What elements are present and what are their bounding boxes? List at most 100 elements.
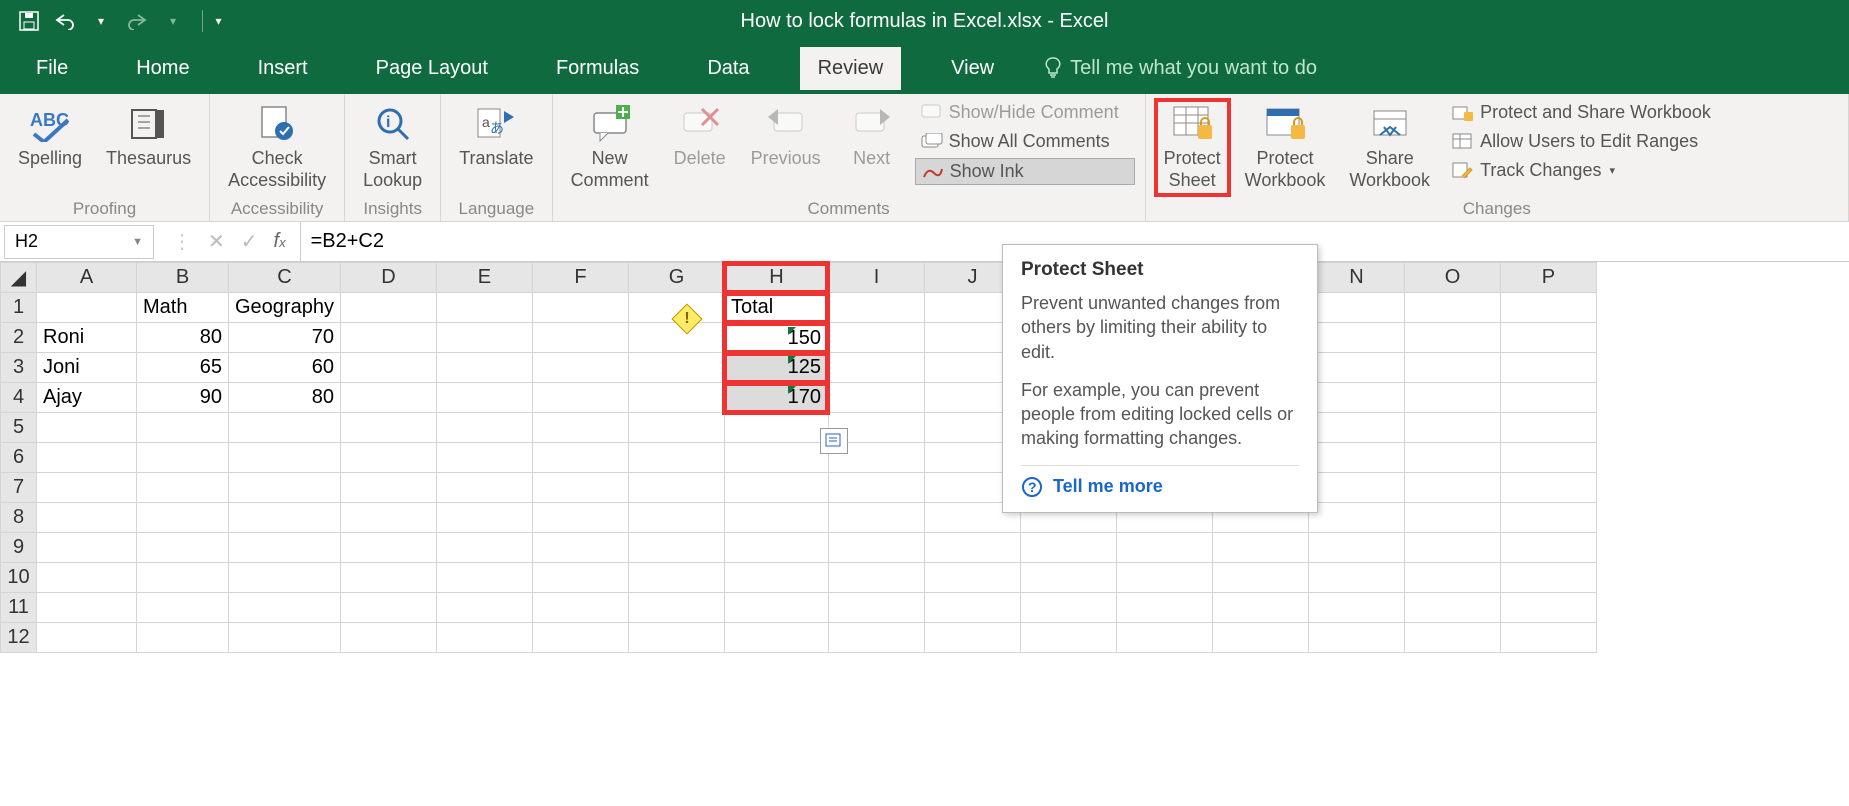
cell-F8[interactable] bbox=[532, 503, 628, 533]
allow-edit-ranges-button[interactable]: Allow Users to Edit Ranges bbox=[1446, 129, 1717, 154]
cell-G5[interactable] bbox=[628, 413, 724, 443]
row-header-6[interactable]: 6 bbox=[1, 443, 37, 473]
tell-me-search[interactable]: Tell me what you want to do bbox=[1044, 57, 1317, 80]
cell-G9[interactable] bbox=[628, 533, 724, 563]
cell-C12[interactable] bbox=[229, 623, 341, 653]
cell-L9[interactable] bbox=[1116, 533, 1212, 563]
cell-F1[interactable] bbox=[532, 293, 628, 323]
cell-C7[interactable] bbox=[229, 473, 341, 503]
col-header-D[interactable]: D bbox=[340, 263, 436, 293]
cell-H6[interactable] bbox=[724, 443, 828, 473]
cell-J9[interactable] bbox=[924, 533, 1020, 563]
cell-P11[interactable] bbox=[1500, 593, 1596, 623]
cell-D4[interactable] bbox=[340, 383, 436, 413]
col-header-G[interactable]: G bbox=[628, 263, 724, 293]
cell-G12[interactable] bbox=[628, 623, 724, 653]
cell-C8[interactable] bbox=[229, 503, 341, 533]
track-changes-button[interactable]: Track Changes ▾ bbox=[1446, 158, 1717, 183]
cell-G7[interactable] bbox=[628, 473, 724, 503]
cell-O1[interactable] bbox=[1404, 293, 1500, 323]
row-header-8[interactable]: 8 bbox=[1, 503, 37, 533]
translate-button[interactable]: aあ Translate bbox=[451, 100, 541, 195]
redo-icon[interactable] bbox=[126, 10, 148, 32]
cell-N9[interactable] bbox=[1308, 533, 1404, 563]
cell-B8[interactable] bbox=[137, 503, 229, 533]
row-header-9[interactable]: 9 bbox=[1, 533, 37, 563]
cell-A6[interactable] bbox=[37, 443, 137, 473]
cell-F3[interactable] bbox=[532, 353, 628, 383]
cell-D10[interactable] bbox=[340, 563, 436, 593]
protect-share-workbook-button[interactable]: Protect and Share Workbook bbox=[1446, 100, 1717, 125]
cell-E4[interactable] bbox=[436, 383, 532, 413]
cell-P6[interactable] bbox=[1500, 443, 1596, 473]
cell-B3[interactable]: 65 bbox=[137, 353, 229, 383]
row-header-7[interactable]: 7 bbox=[1, 473, 37, 503]
cell-H4[interactable]: 170 bbox=[724, 383, 828, 413]
cell-D7[interactable] bbox=[340, 473, 436, 503]
cell-C2[interactable]: 70 bbox=[229, 323, 341, 353]
cell-N12[interactable] bbox=[1308, 623, 1404, 653]
cell-P3[interactable] bbox=[1500, 353, 1596, 383]
cell-G3[interactable] bbox=[628, 353, 724, 383]
cell-H10[interactable] bbox=[724, 563, 828, 593]
cell-E3[interactable] bbox=[436, 353, 532, 383]
cell-I7[interactable] bbox=[828, 473, 924, 503]
redo-dropdown-icon[interactable]: ▾ bbox=[162, 10, 184, 32]
smart-lookup-button[interactable]: i SmartLookup bbox=[355, 100, 430, 195]
cell-D11[interactable] bbox=[340, 593, 436, 623]
cell-K10[interactable] bbox=[1020, 563, 1116, 593]
col-header-H[interactable]: H bbox=[724, 263, 828, 293]
cell-A11[interactable] bbox=[37, 593, 137, 623]
cell-E1[interactable] bbox=[436, 293, 532, 323]
cell-H3[interactable]: 125 bbox=[724, 353, 828, 383]
cell-D1[interactable] bbox=[340, 293, 436, 323]
cell-P7[interactable] bbox=[1500, 473, 1596, 503]
cell-M11[interactable] bbox=[1212, 593, 1308, 623]
cell-P2[interactable] bbox=[1500, 323, 1596, 353]
cell-E6[interactable] bbox=[436, 443, 532, 473]
cell-H5[interactable] bbox=[724, 413, 828, 443]
cell-P9[interactable] bbox=[1500, 533, 1596, 563]
undo-dropdown-icon[interactable]: ▾ bbox=[90, 10, 112, 32]
fx-icon[interactable]: fx bbox=[274, 230, 286, 253]
tab-insert[interactable]: Insert bbox=[240, 47, 326, 90]
cell-F6[interactable] bbox=[532, 443, 628, 473]
cell-B6[interactable] bbox=[137, 443, 229, 473]
cell-O11[interactable] bbox=[1404, 593, 1500, 623]
cell-O4[interactable] bbox=[1404, 383, 1500, 413]
cell-D3[interactable] bbox=[340, 353, 436, 383]
col-header-C[interactable]: C bbox=[229, 263, 341, 293]
col-header-I[interactable]: I bbox=[828, 263, 924, 293]
cell-N6[interactable] bbox=[1308, 443, 1404, 473]
cell-A5[interactable] bbox=[37, 413, 137, 443]
cell-J12[interactable] bbox=[924, 623, 1020, 653]
cell-P12[interactable] bbox=[1500, 623, 1596, 653]
cell-D9[interactable] bbox=[340, 533, 436, 563]
col-header-B[interactable]: B bbox=[137, 263, 229, 293]
cell-G8[interactable] bbox=[628, 503, 724, 533]
cell-D6[interactable] bbox=[340, 443, 436, 473]
qat-customize-icon[interactable]: ▾ bbox=[202, 10, 224, 32]
cell-G4[interactable] bbox=[628, 383, 724, 413]
cell-H11[interactable] bbox=[724, 593, 828, 623]
cell-H7[interactable] bbox=[724, 473, 828, 503]
cell-K11[interactable] bbox=[1020, 593, 1116, 623]
cell-B10[interactable] bbox=[137, 563, 229, 593]
cell-E8[interactable] bbox=[436, 503, 532, 533]
cell-P10[interactable] bbox=[1500, 563, 1596, 593]
cell-F5[interactable] bbox=[532, 413, 628, 443]
cell-C4[interactable]: 80 bbox=[229, 383, 341, 413]
autofill-options-icon[interactable] bbox=[820, 428, 848, 454]
cell-O9[interactable] bbox=[1404, 533, 1500, 563]
cell-P4[interactable] bbox=[1500, 383, 1596, 413]
tab-home[interactable]: Home bbox=[118, 47, 207, 90]
new-comment-button[interactable]: NewComment bbox=[563, 100, 657, 195]
cell-C1[interactable]: Geography bbox=[229, 293, 341, 323]
cell-J10[interactable] bbox=[924, 563, 1020, 593]
cell-J11[interactable] bbox=[924, 593, 1020, 623]
cell-F4[interactable] bbox=[532, 383, 628, 413]
cell-F12[interactable] bbox=[532, 623, 628, 653]
protect-sheet-button[interactable]: ProtectSheet bbox=[1156, 100, 1229, 195]
cell-B7[interactable] bbox=[137, 473, 229, 503]
cell-H2[interactable]: 150 bbox=[724, 323, 828, 353]
